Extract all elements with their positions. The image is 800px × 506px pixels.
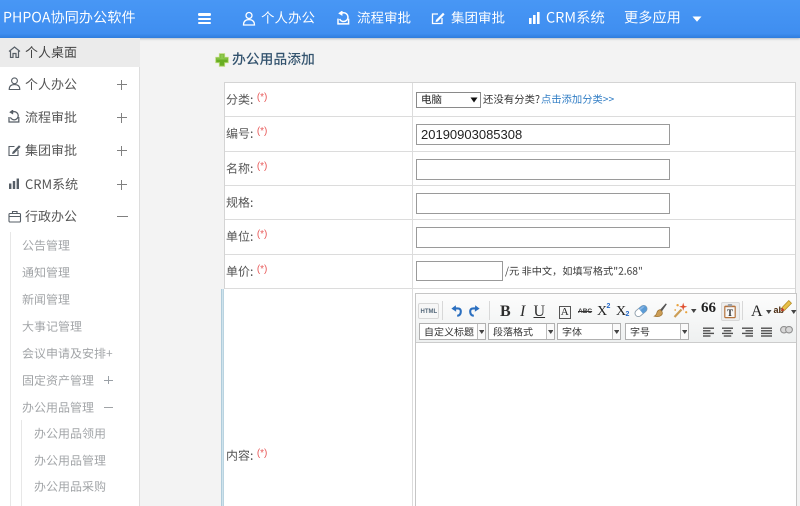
svg-text:T: T (726, 308, 732, 318)
